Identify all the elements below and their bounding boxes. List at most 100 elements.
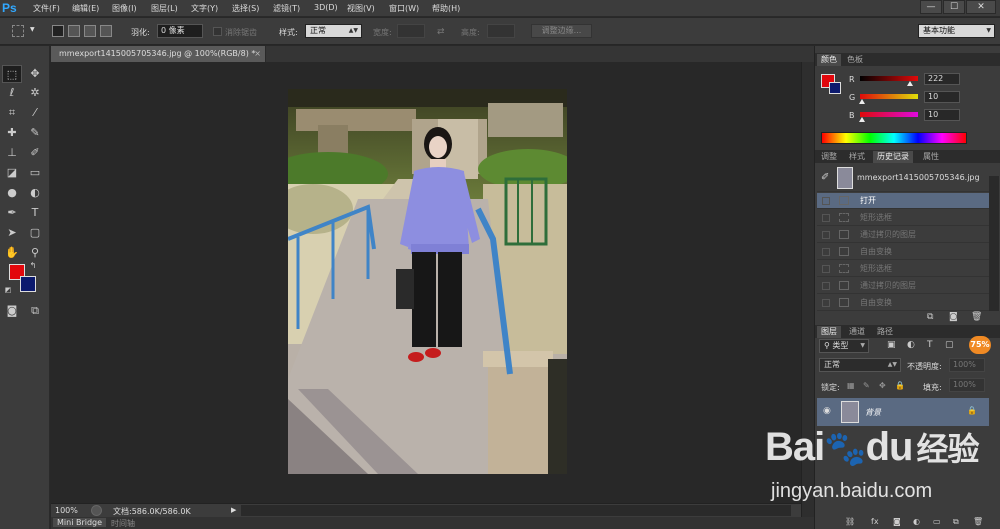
chevron-down-icon[interactable]: ▼: [30, 26, 35, 33]
history-checkbox[interactable]: [822, 248, 830, 256]
color-panel-bg-swatch[interactable]: [829, 82, 841, 94]
history-checkbox[interactable]: [822, 282, 830, 290]
move-tool-icon[interactable]: ✥: [25, 65, 45, 83]
history-item[interactable]: 矩形选框: [817, 261, 989, 277]
lock-transparent-icon[interactable]: ▦: [847, 381, 855, 390]
dodge-tool-icon[interactable]: ◐: [25, 184, 45, 202]
g-slider-thumb[interactable]: [859, 99, 866, 104]
history-item[interactable]: 自由变换: [817, 295, 989, 311]
history-checkbox[interactable]: [822, 231, 830, 239]
status-menu-play-icon[interactable]: ▶: [231, 506, 236, 514]
adjustment-layer-icon[interactable]: ◐: [913, 517, 920, 526]
lock-image-icon[interactable]: ✎: [863, 381, 870, 390]
default-colors-icon[interactable]: ◩: [2, 284, 14, 296]
menu-image[interactable]: 图像(I): [112, 3, 137, 14]
tab-swatches[interactable]: 色板: [843, 54, 867, 66]
mask-icon[interactable]: ◙: [893, 517, 901, 526]
link-layers-icon[interactable]: ⛓: [845, 517, 855, 526]
document-image[interactable]: [288, 89, 567, 474]
opacity-input[interactable]: 100%: [949, 358, 985, 372]
refine-edge-button[interactable]: 调整边缘...: [531, 24, 592, 38]
quick-mask-icon[interactable]: ◙: [2, 302, 22, 320]
screen-mode-icon[interactable]: ⧉: [25, 302, 45, 320]
trash-icon[interactable]: 🗑: [973, 517, 983, 526]
history-checkbox[interactable]: [822, 214, 830, 222]
new-selection-icon[interactable]: [52, 25, 64, 37]
history-item[interactable]: 矩形选框: [817, 210, 989, 226]
feather-input[interactable]: 0 像素: [157, 24, 203, 38]
history-scrollbar[interactable]: [989, 176, 999, 311]
tab-mini-bridge[interactable]: Mini Bridge: [53, 518, 107, 527]
intersect-selection-icon[interactable]: [100, 25, 112, 37]
r-value-input[interactable]: 222: [924, 73, 960, 85]
lock-all-icon[interactable]: 🔒: [895, 381, 905, 390]
document-tab[interactable]: mmexport1415005705346.jpg @ 100%(RGB/8) …: [51, 46, 266, 62]
menu-help[interactable]: 帮助(H): [432, 3, 460, 14]
close-icon[interactable]: ×: [254, 46, 261, 62]
blend-mode-dropdown[interactable]: 正常 ▲▼: [819, 358, 901, 372]
layer-filter-dropdown[interactable]: ⚲ 类型 ▼: [819, 339, 869, 353]
magic-wand-tool-icon[interactable]: ✲: [25, 84, 45, 102]
tab-adjustments[interactable]: 调整: [817, 151, 841, 163]
folder-icon[interactable]: ▭: [933, 517, 941, 526]
b-slider[interactable]: [860, 112, 918, 117]
filter-type-icon[interactable]: T: [927, 340, 933, 350]
r-slider-thumb[interactable]: [907, 81, 914, 86]
history-checkbox[interactable]: [822, 299, 830, 307]
lasso-tool-icon[interactable]: ℓ: [2, 84, 22, 102]
background-color-swatch[interactable]: [20, 276, 36, 292]
close-window-button[interactable]: ✕: [966, 0, 996, 14]
swap-icon[interactable]: ⇄: [437, 27, 445, 37]
add-selection-icon[interactable]: [68, 25, 80, 37]
menu-3d[interactable]: 3D(D): [314, 3, 338, 12]
blur-tool-icon[interactable]: ●: [2, 184, 22, 202]
eraser-tool-icon[interactable]: ◪: [2, 164, 22, 182]
tab-channels[interactable]: 通道: [845, 326, 869, 338]
width-input[interactable]: [397, 24, 425, 38]
type-tool-icon[interactable]: T: [25, 204, 45, 222]
workspace-dropdown[interactable]: 基本功能 ▼: [918, 24, 995, 38]
history-checkbox[interactable]: [822, 265, 830, 273]
tab-paths[interactable]: 路径: [873, 326, 897, 338]
fill-input[interactable]: 100%: [949, 378, 985, 392]
path-selection-tool-icon[interactable]: ➤: [2, 224, 22, 242]
style-dropdown[interactable]: 正常 ▲▼: [305, 24, 362, 38]
eyedropper-tool-icon[interactable]: ⁄: [25, 104, 45, 122]
healing-brush-tool-icon[interactable]: ✚: [2, 124, 22, 142]
layer-row-background[interactable]: ◉ 背景 🔒: [817, 398, 989, 426]
lock-position-icon[interactable]: ✥: [879, 381, 886, 390]
tab-styles[interactable]: 样式: [845, 151, 869, 163]
camera-icon[interactable]: ◙: [949, 312, 958, 322]
pen-tool-icon[interactable]: ✒: [2, 204, 22, 222]
horizontal-scrollbar[interactable]: [241, 505, 791, 516]
antialias-checkbox[interactable]: [213, 27, 222, 36]
history-brush-tool-icon[interactable]: ✐: [25, 144, 45, 162]
tab-properties[interactable]: 属性: [919, 151, 943, 163]
history-checkbox[interactable]: [822, 197, 830, 205]
clone-stamp-tool-icon[interactable]: ⊥: [2, 144, 22, 162]
layer-name[interactable]: 背景: [865, 407, 881, 418]
height-input[interactable]: [487, 24, 515, 38]
menu-filter[interactable]: 滤镜(T): [273, 3, 300, 14]
tab-layers[interactable]: 图层: [817, 326, 841, 338]
swap-colors-icon[interactable]: ↰: [27, 260, 39, 272]
eye-icon[interactable]: ◉: [823, 406, 831, 416]
menu-layer[interactable]: 图层(L): [151, 3, 178, 14]
history-brush-source-icon[interactable]: ✐: [821, 172, 829, 183]
tab-color[interactable]: 颜色: [817, 54, 841, 66]
gradient-tool-icon[interactable]: ▭: [25, 164, 45, 182]
hand-tool-icon[interactable]: ✋: [2, 244, 22, 262]
menu-select[interactable]: 选择(S): [232, 3, 259, 14]
fx-icon[interactable]: fx: [871, 517, 879, 526]
brush-tool-icon[interactable]: ✎: [25, 124, 45, 142]
history-item[interactable]: 打开: [817, 193, 989, 209]
trash-icon[interactable]: 🗑: [971, 312, 982, 322]
filter-pixel-icon[interactable]: ▣: [887, 340, 896, 350]
history-item[interactable]: 自由变换: [817, 244, 989, 260]
crop-tool-icon[interactable]: ⌗: [2, 104, 22, 122]
new-document-icon[interactable]: ⧉: [927, 312, 933, 322]
history-item[interactable]: 通过拷贝的图层: [817, 278, 989, 294]
menu-type[interactable]: 文字(Y): [191, 3, 218, 14]
zoom-level[interactable]: 100%: [55, 506, 78, 515]
history-snapshot-row[interactable]: ✐ mmexport1415005705346.jpg: [817, 164, 989, 192]
